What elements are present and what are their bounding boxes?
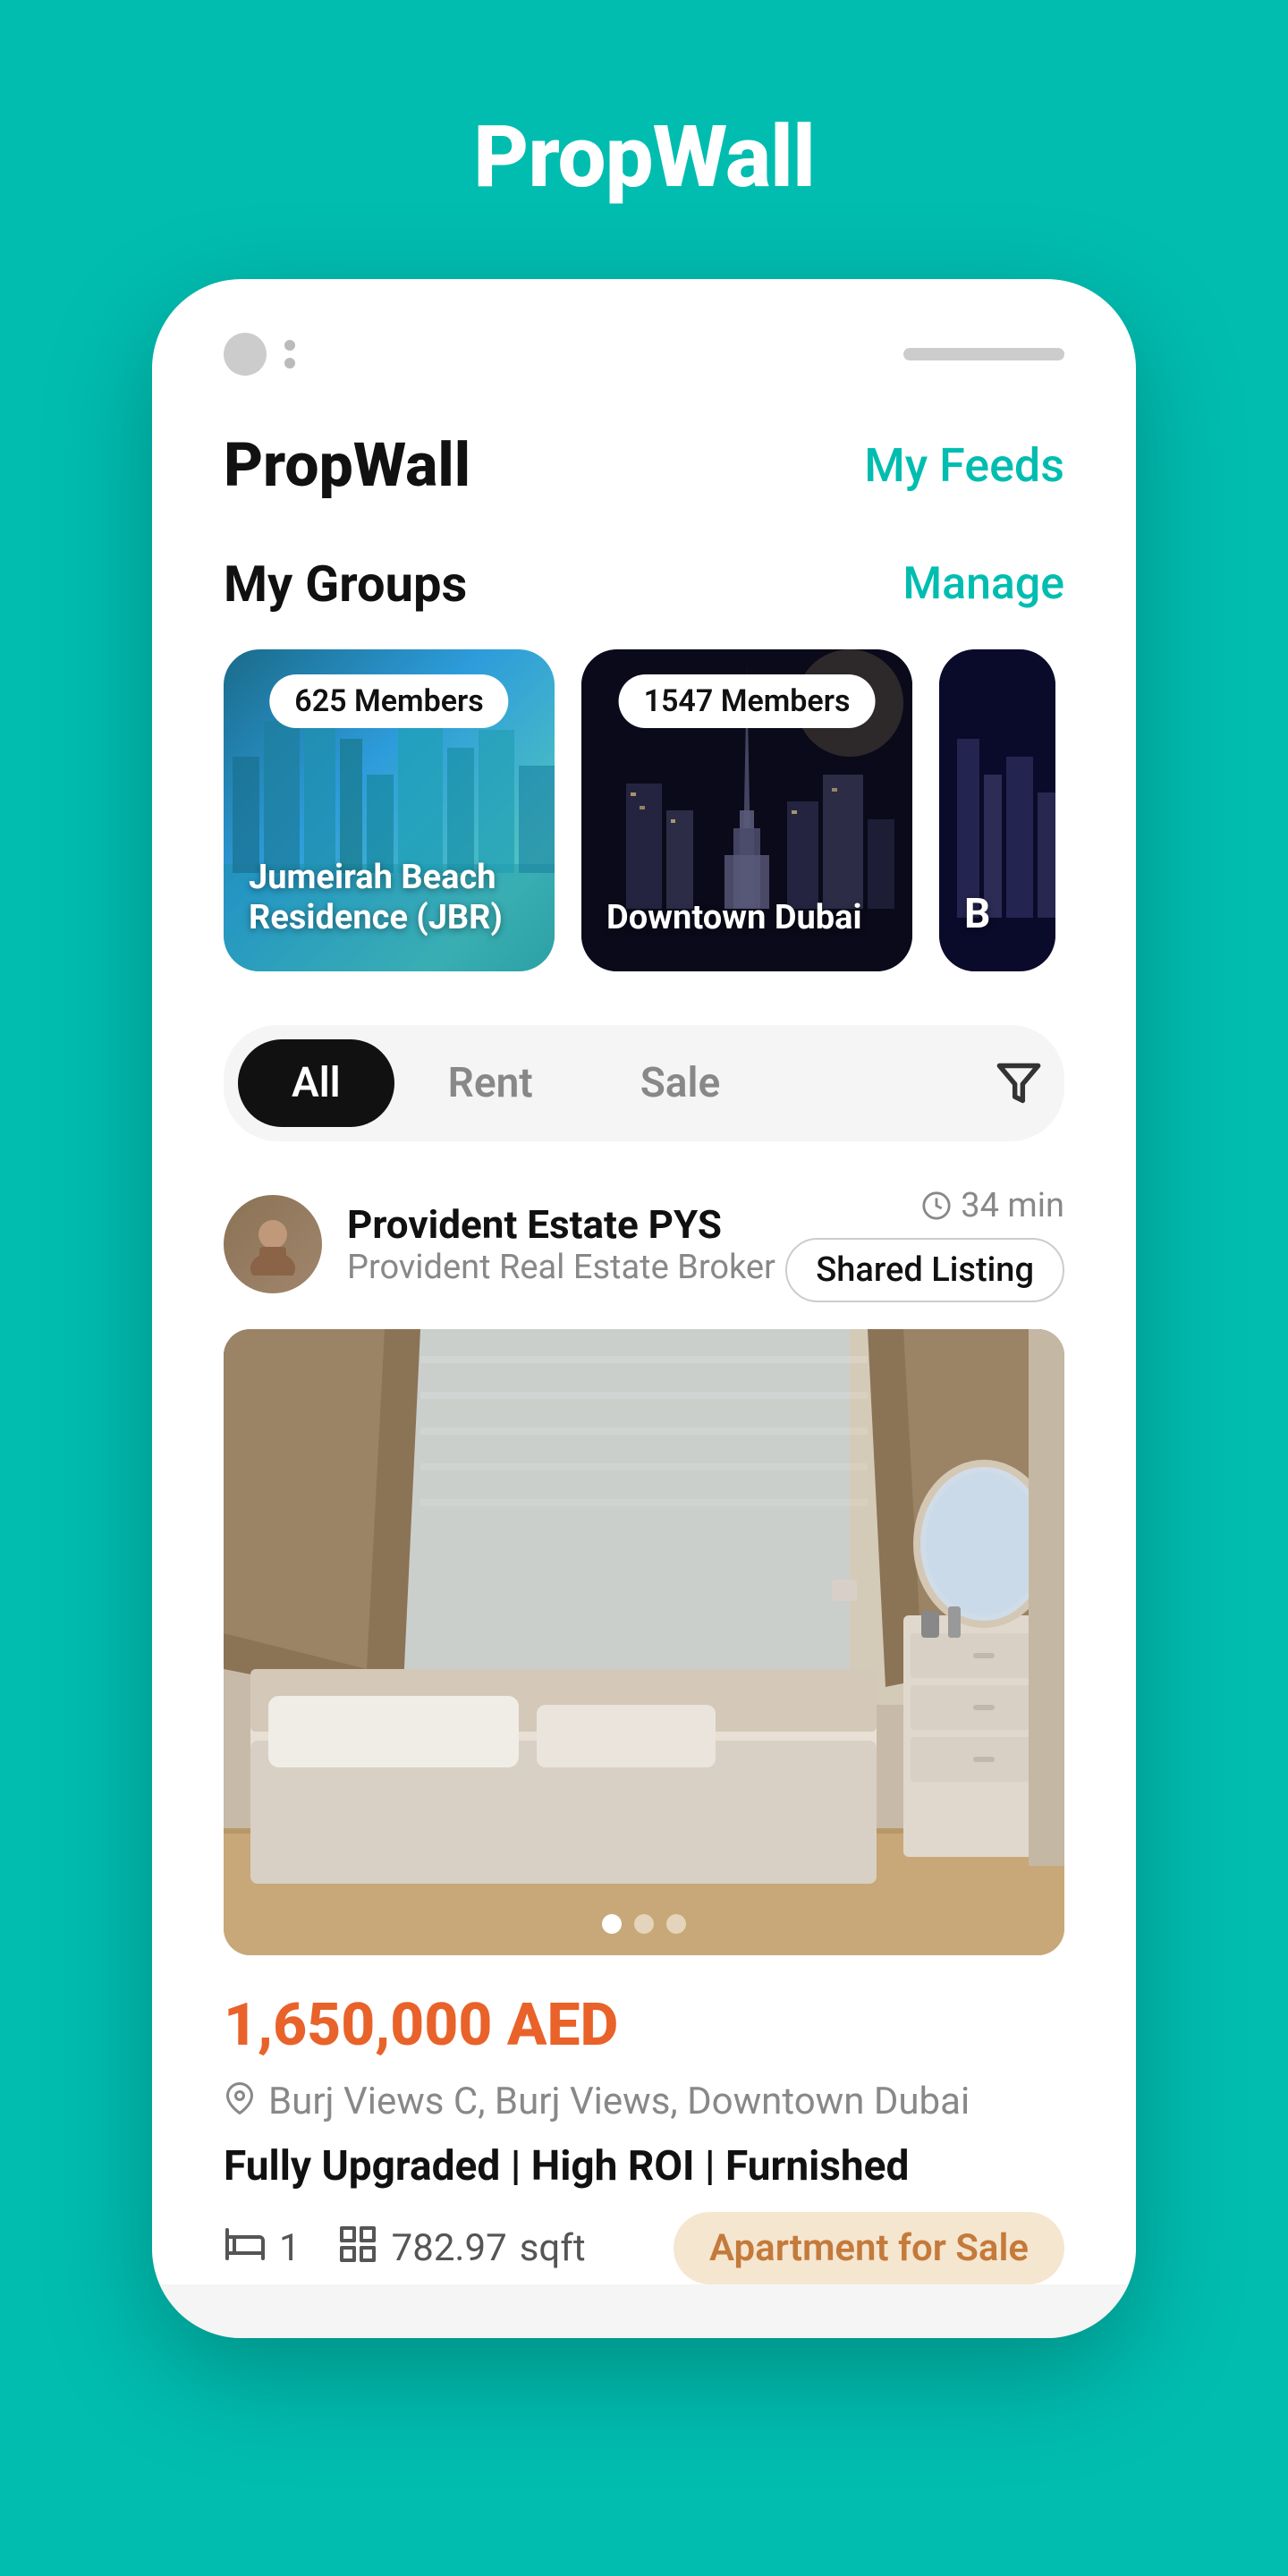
- listing-card: Provident Estate PYS Provident Real Esta…: [224, 1186, 1064, 2284]
- my-feeds-button[interactable]: My Feeds: [864, 438, 1064, 493]
- shared-listing-badge: Shared Listing: [785, 1238, 1064, 1302]
- listing-specs: 1 782.97 sqft: [224, 2212, 1064, 2284]
- groups-row: 625 Members Jumeirah Beach Residence (JB…: [224, 649, 1064, 971]
- groups-title: My Groups: [224, 555, 467, 614]
- image-dot-1: [602, 1914, 622, 1934]
- group-card-jbr[interactable]: 625 Members Jumeirah Beach Residence (JB…: [224, 649, 555, 971]
- app-content: PropWall My Feeds My Groups Manage: [152, 411, 1136, 2284]
- camera-dots: [284, 340, 295, 369]
- bottom-peek: [152, 2284, 1136, 2338]
- app-logo: PropWall: [224, 429, 470, 501]
- agent-name: Provident Estate PYS: [347, 1201, 775, 1248]
- filter-icon[interactable]: [987, 1052, 1050, 1114]
- group-card-third[interactable]: B: [939, 649, 1055, 971]
- bed-icon: [224, 2223, 267, 2275]
- listing-price: 1,650,000 AED: [224, 1991, 1064, 2060]
- camera-circle: [224, 333, 267, 376]
- sqft-spec: 782.97 sqft: [336, 2223, 586, 2275]
- camera-dot-2: [284, 358, 295, 369]
- listing-agent-row: Provident Estate PYS Provident Real Esta…: [224, 1186, 1064, 1302]
- agent-details: Provident Estate PYS Provident Real Esta…: [347, 1201, 775, 1287]
- agent-avatar: [224, 1195, 322, 1293]
- time-badge: 34 min: [921, 1186, 1064, 1225]
- manage-button[interactable]: Manage: [902, 558, 1064, 610]
- tab-rent[interactable]: Rent: [394, 1039, 587, 1127]
- app-title: PropWall: [473, 107, 815, 208]
- grid-icon: [336, 2223, 379, 2275]
- specs-left: 1 782.97 sqft: [224, 2223, 586, 2275]
- image-dot-2: [634, 1914, 654, 1934]
- phone-pill: [903, 348, 1064, 360]
- downtown-group-name: Downtown Dubai: [606, 898, 887, 939]
- filter-tabs-container: All Rent Sale: [224, 1025, 1064, 1141]
- phone-camera: [224, 333, 295, 376]
- downtown-members-badge: 1547 Members: [619, 674, 876, 728]
- listing-right: 34 min Shared Listing: [785, 1186, 1064, 1302]
- app-title-area: PropWall: [0, 0, 1288, 279]
- phone-frame: PropWall My Feeds My Groups Manage: [152, 279, 1136, 2338]
- listing-title: Fully Upgraded | High ROI | Furnished: [224, 2142, 1064, 2190]
- groups-section-header: My Groups Manage: [224, 555, 1064, 614]
- tab-all[interactable]: All: [238, 1039, 394, 1127]
- tab-sale[interactable]: Sale: [587, 1039, 774, 1127]
- app-header: PropWall My Feeds: [224, 429, 1064, 501]
- camera-dot-1: [284, 340, 295, 351]
- third-group-name: B: [964, 890, 1030, 939]
- agent-info: Provident Estate PYS Provident Real Esta…: [224, 1195, 775, 1293]
- jbr-members-badge: 625 Members: [269, 674, 508, 728]
- group-card-downtown[interactable]: 1547 Members Downtown Dubai: [581, 649, 912, 971]
- agent-company: Provident Real Estate Broker: [347, 1248, 775, 1287]
- property-type-badge: Apartment for Sale: [674, 2212, 1064, 2284]
- jbr-group-name: Jumeirah Beach Residence (JBR): [249, 858, 530, 939]
- beds-spec: 1: [224, 2223, 301, 2275]
- image-dot-3: [666, 1914, 686, 1934]
- location-pin-icon: [224, 2078, 256, 2124]
- phone-top-bar: [152, 333, 1136, 411]
- filter-tabs: All Rent Sale: [238, 1039, 774, 1127]
- image-dots: [602, 1914, 686, 1934]
- property-image: [224, 1329, 1064, 1955]
- property-image-mock: [224, 1329, 1064, 1955]
- listing-location-row: Burj Views C, Burj Views, Downtown Dubai: [224, 2078, 1064, 2124]
- listing-location: Burj Views C, Burj Views, Downtown Dubai: [268, 2080, 970, 2123]
